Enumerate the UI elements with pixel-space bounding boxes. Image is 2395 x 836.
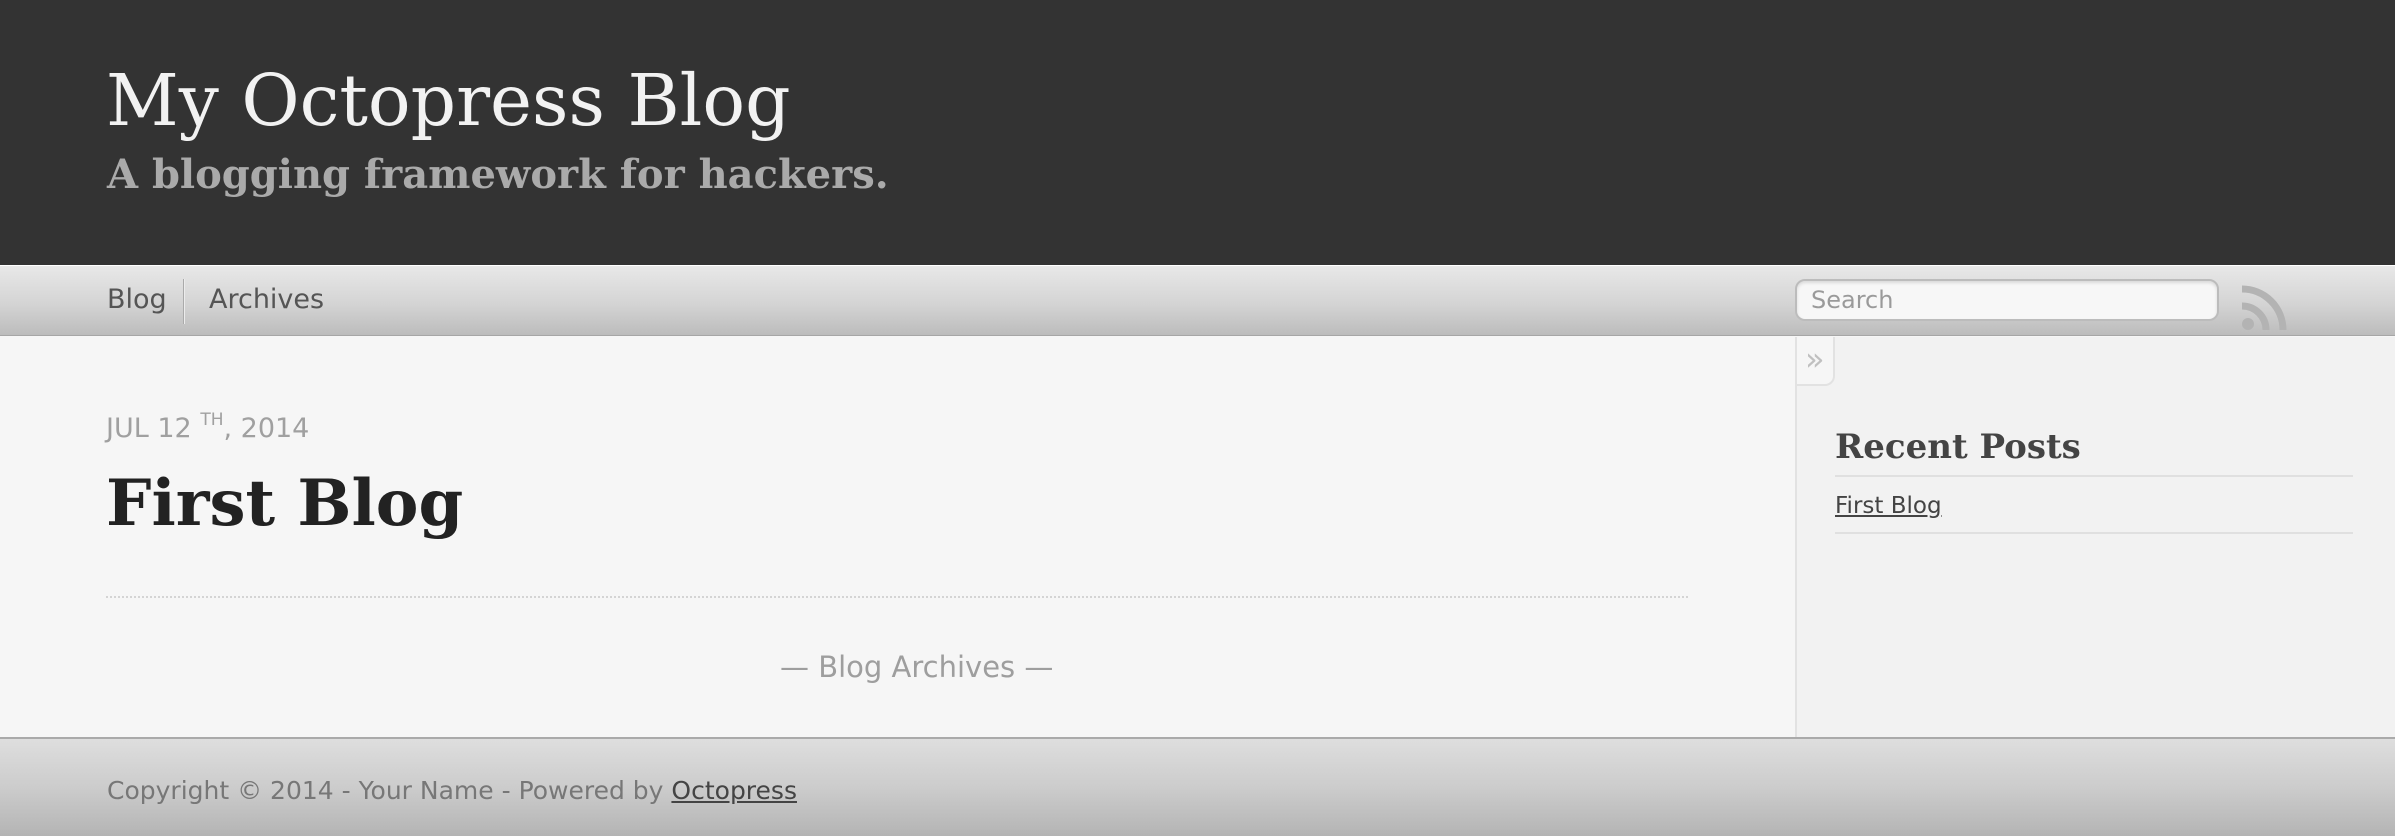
search-box bbox=[1795, 279, 2219, 321]
sidebar-collapse-toggle[interactable]: » bbox=[1795, 337, 1835, 386]
article-date-suffix: TH bbox=[200, 410, 224, 430]
article-date-year: , 2014 bbox=[223, 413, 310, 444]
article-divider bbox=[106, 596, 1688, 598]
site-subtitle: A blogging framework for hackers. bbox=[107, 151, 889, 198]
nav-link-blog[interactable]: Blog bbox=[107, 281, 167, 319]
rss-icon[interactable] bbox=[2240, 282, 2290, 332]
footer-octopress-link[interactable]: Octopress bbox=[671, 776, 797, 805]
article-date-month-day: JUL 12 bbox=[106, 413, 192, 444]
content-area: JUL 12 TH, 2014 First Blog — Blog Archiv… bbox=[0, 337, 2395, 737]
nav-link-archives[interactable]: Archives bbox=[209, 281, 324, 319]
article-title[interactable]: First Blog bbox=[106, 465, 463, 543]
main-navigation: Blog Archives bbox=[0, 265, 2395, 336]
chevron-right-double-icon: » bbox=[1805, 340, 1825, 378]
site-footer: Copyright © 2014 - Your Name - Powered b… bbox=[0, 737, 2395, 836]
nav-divider bbox=[183, 279, 185, 324]
recent-post-link[interactable]: First Blog bbox=[1835, 489, 1942, 523]
search-input[interactable] bbox=[1797, 281, 2217, 319]
sidebar: » Recent Posts First Blog bbox=[1795, 337, 2395, 737]
article-date: JUL 12 TH, 2014 bbox=[106, 402, 309, 449]
blog-archives-link[interactable]: — Blog Archives — bbox=[780, 647, 1053, 687]
site-header: My Octopress Blog A blogging framework f… bbox=[0, 0, 2395, 265]
footer-copyright: Copyright © 2014 - Your Name - Powered b… bbox=[107, 776, 672, 805]
site-title[interactable]: My Octopress Blog bbox=[106, 58, 791, 144]
recent-posts-divider-top bbox=[1835, 475, 2353, 477]
recent-posts-divider-bottom bbox=[1835, 532, 2353, 534]
recent-posts-heading: Recent Posts bbox=[1835, 427, 2081, 467]
footer-text: Copyright © 2014 - Your Name - Powered b… bbox=[107, 773, 797, 809]
